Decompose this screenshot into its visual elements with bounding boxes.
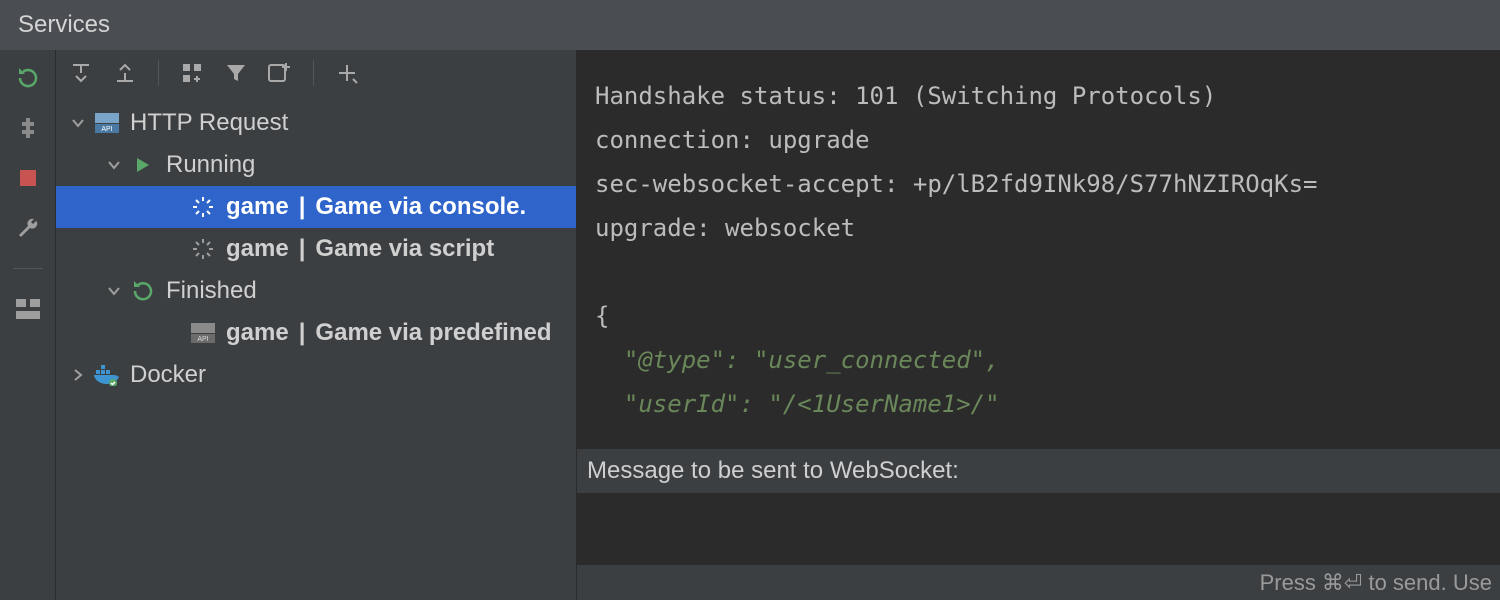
tree-node-game-console[interactable]: game | Game via console. [56, 186, 576, 228]
play-icon [130, 152, 156, 178]
api-icon: API [190, 320, 216, 346]
tree-toolbar [56, 50, 576, 96]
tree-item-desc: Game via console. [315, 193, 526, 221]
separator [13, 268, 43, 269]
tree-label: Finished [166, 277, 257, 305]
plugin-icon[interactable] [14, 114, 42, 142]
tree-item-desc: Game via predefined [315, 319, 551, 347]
tree-node-game-predefined[interactable]: API game | Game via predefined [56, 312, 576, 354]
docker-icon [94, 362, 120, 388]
rerun-icon[interactable] [14, 64, 42, 92]
collapse-all-icon[interactable] [108, 56, 142, 90]
status-hint: Press ⌘⏎ to send. Use [1260, 570, 1492, 596]
spinner-icon [190, 194, 216, 220]
chevron-down-icon [68, 116, 88, 130]
main-area: API HTTP Request Running game | [0, 50, 1500, 600]
tree-item-desc: Game via script [315, 235, 494, 263]
group-icon[interactable] [175, 56, 209, 90]
output-line: connection: upgrade [595, 126, 870, 154]
response-output[interactable]: Handshake status: 101 (Switching Protoco… [577, 50, 1500, 448]
open-new-tab-icon[interactable] [263, 56, 297, 90]
toolbar-separator [313, 60, 314, 86]
toolbar-separator [158, 60, 159, 86]
tree-label: Running [166, 151, 255, 179]
stop-icon[interactable] [14, 164, 42, 192]
output-line: Handshake status: 101 (Switching Protoco… [595, 82, 1216, 110]
right-pane: Handshake status: 101 (Switching Protoco… [576, 50, 1500, 600]
tree-item-name: game [226, 235, 289, 263]
output-line: { [595, 302, 609, 330]
left-action-strip [0, 50, 56, 600]
spinner-icon [190, 236, 216, 262]
output-line: sec-websocket-accept: +p/lB2fd9INk98/S77… [595, 170, 1317, 198]
tree-label: Docker [130, 361, 206, 389]
tool-window-title: Services [0, 0, 1500, 50]
pipe: | [299, 193, 306, 221]
tree-label: HTTP Request [130, 109, 288, 137]
tree-node-http-request[interactable]: API HTTP Request [56, 102, 576, 144]
status-bar: Press ⌘⏎ to send. Use [577, 564, 1500, 600]
chevron-down-icon [104, 284, 124, 298]
message-label: Message to be sent to WebSocket: [577, 448, 1500, 494]
output-line: "@type": "user_connected", [595, 346, 1000, 374]
filter-icon[interactable] [219, 56, 253, 90]
svg-text:API: API [101, 126, 112, 133]
services-tree[interactable]: API HTTP Request Running game | [56, 96, 576, 600]
tree-node-running[interactable]: Running [56, 144, 576, 186]
pipe: | [299, 235, 306, 263]
wrench-icon[interactable] [14, 214, 42, 242]
websocket-message-input[interactable] [577, 494, 1500, 564]
output-line: upgrade: websocket [595, 214, 855, 242]
output-line: "userId": "/<1UserName1>/" [595, 390, 1000, 418]
message-label-text: Message to be sent to WebSocket: [587, 457, 959, 485]
rerun-green-icon [130, 278, 156, 304]
tree-item-name: game [226, 319, 289, 347]
title-text: Services [18, 11, 110, 39]
api-icon: API [94, 110, 120, 136]
tree-node-docker[interactable]: Docker [56, 354, 576, 396]
tree-node-game-script[interactable]: game | Game via script [56, 228, 576, 270]
services-tree-panel: API HTTP Request Running game | [56, 50, 576, 600]
add-icon[interactable] [330, 56, 364, 90]
tree-item-name: game [226, 193, 289, 221]
tree-node-finished[interactable]: Finished [56, 270, 576, 312]
layout-icon[interactable] [14, 295, 42, 323]
pipe: | [299, 319, 306, 347]
expand-all-icon[interactable] [64, 56, 98, 90]
chevron-right-icon [68, 368, 88, 382]
svg-text:API: API [197, 336, 208, 343]
chevron-down-icon [104, 158, 124, 172]
